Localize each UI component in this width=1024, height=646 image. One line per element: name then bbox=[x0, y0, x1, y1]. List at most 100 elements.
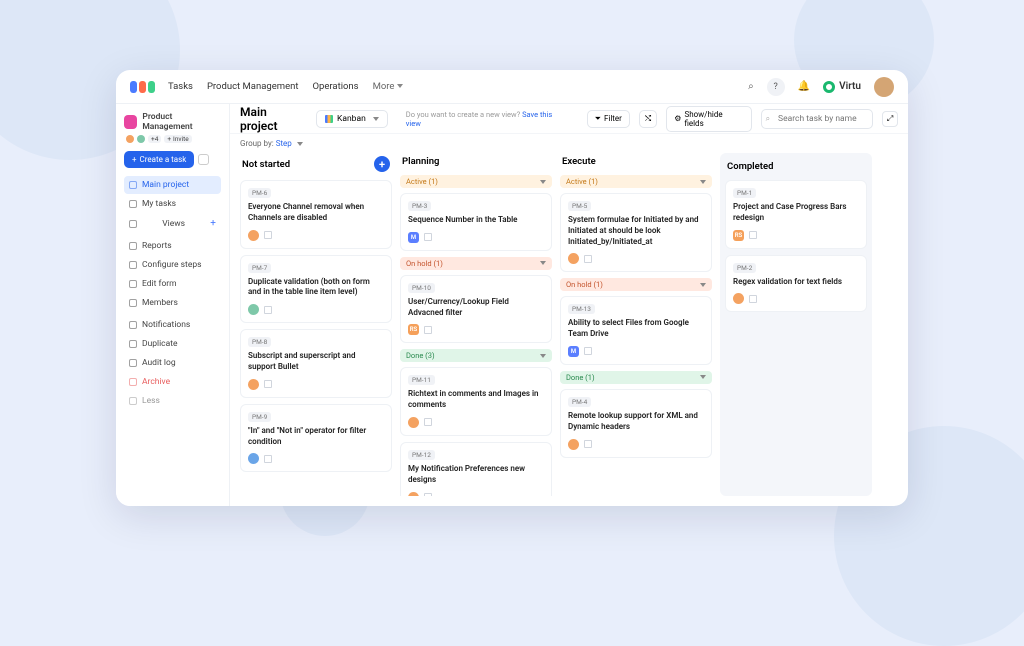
members-count[interactable]: +4 bbox=[148, 135, 161, 143]
flag-icon[interactable] bbox=[264, 231, 272, 239]
flag-icon[interactable] bbox=[424, 326, 432, 334]
task-footer bbox=[248, 230, 384, 241]
bell-icon[interactable]: 🔔 bbox=[798, 81, 810, 92]
status-group-header[interactable]: On hold (1) bbox=[400, 257, 552, 270]
task-card[interactable]: PM-8Subscript and superscript and suppor… bbox=[240, 329, 392, 398]
status-group-header[interactable]: Done (1) bbox=[560, 371, 712, 384]
view-select[interactable]: Kanban bbox=[316, 110, 388, 128]
task-card[interactable]: PM-2Regex validation for text fields bbox=[725, 255, 867, 313]
sidebar-item-configure-steps[interactable]: Configure steps bbox=[124, 256, 221, 274]
kanban-board: Not started+PM-6Everyone Channel removal… bbox=[230, 153, 908, 506]
sidebar-item-notifications[interactable]: Notifications bbox=[124, 316, 221, 334]
member-avatar[interactable] bbox=[137, 135, 145, 143]
nav-more[interactable]: More bbox=[373, 81, 404, 92]
chevron-down-icon bbox=[297, 142, 303, 146]
status-group-header[interactable]: Done (3) bbox=[400, 349, 552, 362]
flag-icon[interactable] bbox=[264, 380, 272, 388]
menu-icon bbox=[129, 220, 137, 228]
assignee-avatar[interactable] bbox=[568, 253, 579, 264]
flag-icon[interactable] bbox=[584, 347, 592, 355]
status-group-header[interactable]: On hold (1) bbox=[560, 278, 712, 291]
task-card[interactable]: PM-9"In" and "Not in" operator for filte… bbox=[240, 404, 392, 473]
group-by-row: Group by: Step bbox=[230, 134, 908, 153]
task-footer: RS bbox=[733, 230, 859, 241]
sidebar-item-duplicate[interactable]: Duplicate bbox=[124, 335, 221, 353]
task-card[interactable]: PM-11Richtext in comments and Images in … bbox=[400, 367, 552, 436]
task-card[interactable]: PM-6Everyone Channel removal when Channe… bbox=[240, 180, 392, 249]
task-options-button[interactable] bbox=[198, 154, 209, 165]
assignee-avatar[interactable]: M bbox=[568, 346, 579, 357]
assignee-avatar[interactable]: RS bbox=[733, 230, 744, 241]
toolbar: Main project Kanban Do you want to creat… bbox=[230, 104, 908, 134]
nav-operations[interactable]: Operations bbox=[312, 81, 358, 92]
assignee-avatar[interactable] bbox=[248, 379, 259, 390]
sort-button[interactable]: ⤭ bbox=[639, 110, 657, 128]
status-label: On hold (1) bbox=[406, 259, 443, 268]
task-card[interactable]: PM-5System formulae for Initiated by and… bbox=[560, 193, 712, 272]
sidebar-item-main-project[interactable]: Main project bbox=[124, 176, 221, 194]
assignee-avatar[interactable] bbox=[408, 492, 419, 496]
help-icon[interactable]: ? bbox=[767, 78, 785, 96]
member-avatar[interactable] bbox=[126, 135, 134, 143]
add-card-button[interactable]: + bbox=[374, 156, 390, 172]
project-name: Product Management bbox=[142, 112, 221, 132]
task-footer bbox=[248, 379, 384, 390]
filter-button[interactable]: ⏷Filter bbox=[587, 110, 630, 128]
sidebar-item-label: Reports bbox=[142, 241, 172, 251]
assignee-avatar[interactable] bbox=[733, 293, 744, 304]
nav-product-management[interactable]: Product Management bbox=[207, 81, 299, 92]
assignee-avatar[interactable]: M bbox=[408, 232, 419, 243]
sidebar-item-archive[interactable]: Archive bbox=[124, 373, 221, 391]
task-card[interactable]: PM-3Sequence Number in the TableM bbox=[400, 193, 552, 251]
flag-icon[interactable] bbox=[424, 233, 432, 241]
flag-icon[interactable] bbox=[264, 306, 272, 314]
assignee-avatar[interactable]: RS bbox=[408, 324, 419, 335]
chevron-down-icon bbox=[540, 354, 546, 358]
task-card[interactable]: PM-12My Notification Preferences new des… bbox=[400, 442, 552, 496]
status-group-header[interactable]: Active (1) bbox=[560, 175, 712, 188]
flag-icon[interactable] bbox=[424, 418, 432, 426]
project-icon bbox=[124, 115, 137, 129]
flag-icon[interactable] bbox=[584, 440, 592, 448]
sidebar-item-members[interactable]: Members bbox=[124, 294, 221, 312]
assignee-avatar[interactable] bbox=[248, 304, 259, 315]
assignee-avatar[interactable] bbox=[408, 417, 419, 428]
search-task-input[interactable] bbox=[773, 111, 868, 127]
create-task-button[interactable]: +Create a task bbox=[124, 151, 194, 168]
sidebar-item-views[interactable]: Views+ bbox=[124, 214, 221, 233]
chevron-down-icon bbox=[700, 180, 706, 184]
brand[interactable]: Virtu bbox=[823, 81, 861, 93]
search-icon[interactable]: ⌕ bbox=[748, 81, 754, 92]
flag-icon[interactable] bbox=[749, 295, 757, 303]
search-task: ⌕ bbox=[761, 109, 873, 129]
status-group-header[interactable]: Active (1) bbox=[400, 175, 552, 188]
task-card[interactable]: PM-13Ability to select Files from Google… bbox=[560, 296, 712, 365]
sidebar-item-audit-log[interactable]: Audit log bbox=[124, 354, 221, 372]
app-logo[interactable] bbox=[130, 81, 155, 93]
flag-icon[interactable] bbox=[264, 455, 272, 463]
invite-button[interactable]: +Invite bbox=[164, 135, 191, 143]
flag-icon[interactable] bbox=[749, 231, 757, 239]
flag-icon[interactable] bbox=[584, 255, 592, 263]
task-card[interactable]: PM-4Remote lookup support for XML and Dy… bbox=[560, 389, 712, 458]
nav-tasks[interactable]: Tasks bbox=[168, 81, 193, 92]
task-card[interactable]: PM-7Duplicate validation (both on form a… bbox=[240, 255, 392, 324]
menu-icon bbox=[129, 397, 137, 405]
showhide-fields-button[interactable]: ⚙Show/hide fields bbox=[666, 106, 751, 132]
assignee-avatar[interactable] bbox=[248, 230, 259, 241]
assignee-avatar[interactable] bbox=[248, 453, 259, 464]
sidebar-item-reports[interactable]: Reports bbox=[124, 237, 221, 255]
task-card[interactable]: PM-1Project and Case Progress Bars redes… bbox=[725, 180, 867, 249]
sidebar-item-edit-form[interactable]: Edit form bbox=[124, 275, 221, 293]
expand-button[interactable]: ⤢ bbox=[882, 111, 898, 127]
add-view-button[interactable]: + bbox=[210, 218, 216, 229]
assignee-avatar[interactable] bbox=[568, 439, 579, 450]
sidebar-item-label: Less bbox=[142, 396, 160, 406]
user-avatar[interactable] bbox=[874, 77, 894, 97]
sidebar-item-less[interactable]: Less bbox=[124, 392, 221, 410]
sidebar-item-my-tasks[interactable]: My tasks bbox=[124, 195, 221, 213]
group-by-select[interactable]: Step bbox=[276, 139, 303, 148]
flag-icon[interactable] bbox=[424, 493, 432, 496]
menu-icon bbox=[129, 378, 137, 386]
task-card[interactable]: PM-10User/Currency/Lookup Field Advacned… bbox=[400, 275, 552, 344]
